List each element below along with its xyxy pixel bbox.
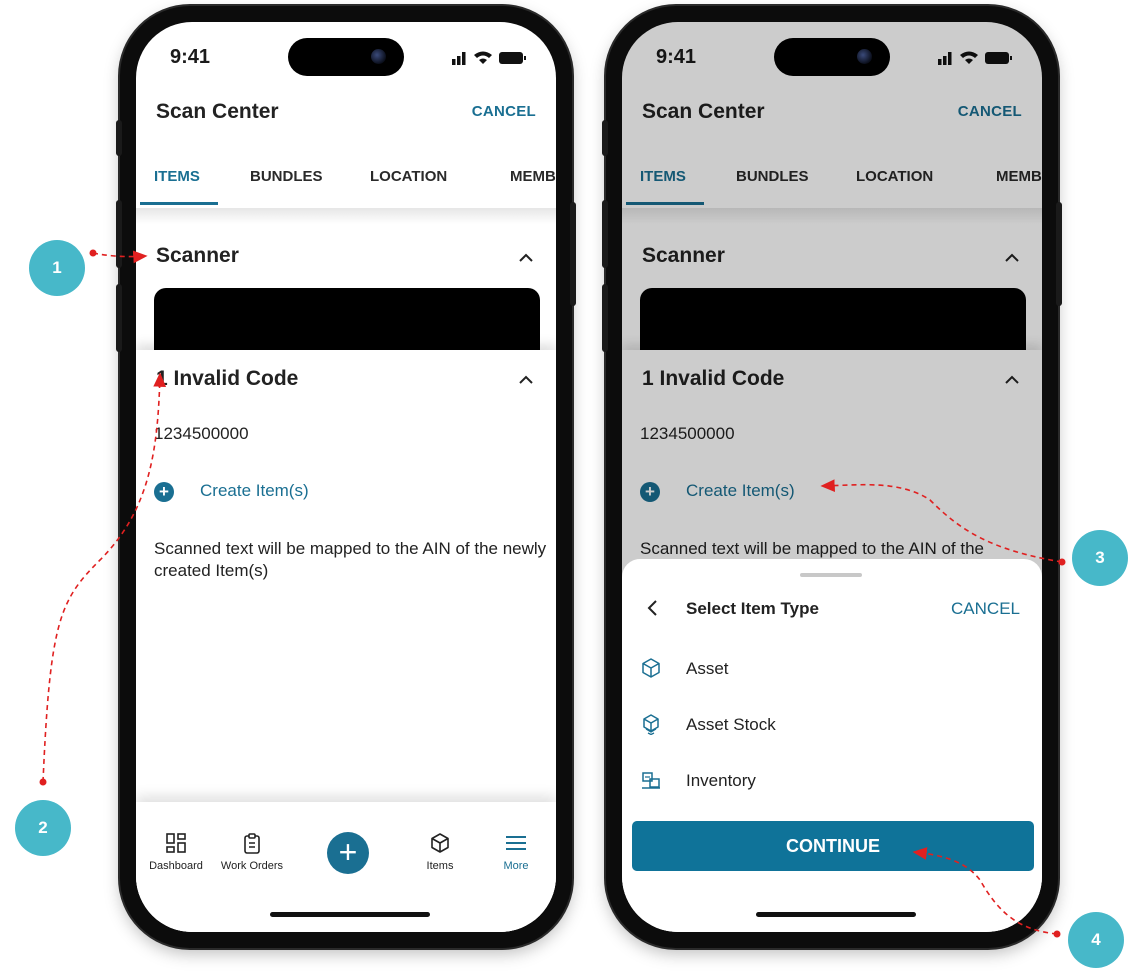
arrow-1 xyxy=(89,249,148,264)
step-badge-3: 3 xyxy=(1072,530,1128,586)
step-badge-2: 2 xyxy=(15,800,71,856)
step-badge-4: 4 xyxy=(1068,912,1124,968)
arrow-4 xyxy=(912,847,1061,938)
annotation-arrows xyxy=(39,249,1066,938)
arrow-3 xyxy=(820,479,1066,566)
camera-lens xyxy=(371,49,386,64)
dynamic-island xyxy=(774,38,890,76)
step-badge-1: 1 xyxy=(29,240,85,296)
arrow-2 xyxy=(39,372,167,786)
camera-lens xyxy=(857,49,872,64)
dynamic-island xyxy=(288,38,404,76)
